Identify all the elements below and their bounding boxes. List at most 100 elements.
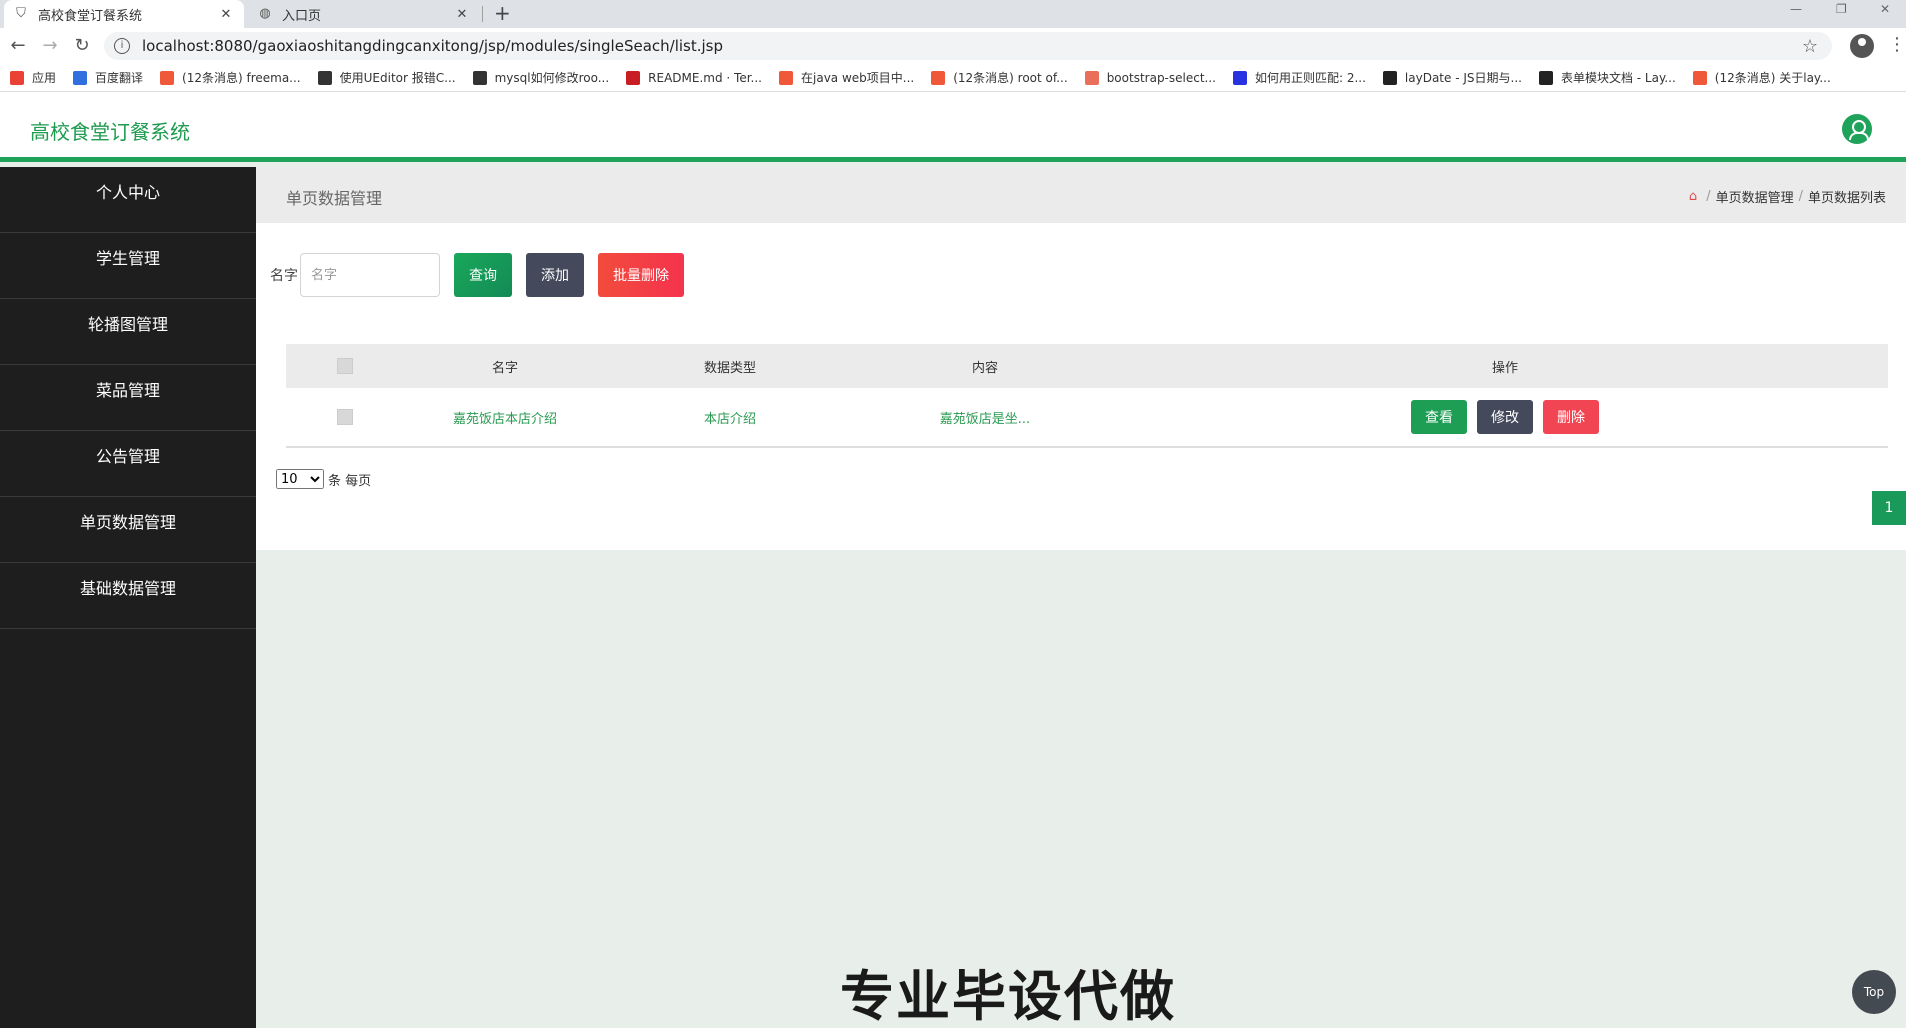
sidebar-item[interactable]: 公告管理	[0, 431, 256, 497]
back-to-top-button[interactable]: Top	[1852, 970, 1896, 1014]
bookmark-label: bootstrap-select...	[1106, 70, 1216, 85]
segmentfault-icon	[472, 70, 487, 85]
bookmark-label: 百度翻译	[95, 71, 144, 85]
sidebar-nav: 个人中心 学生管理 轮播图管理 菜品管理 公告管理 单页数据管理 基础数据管理	[0, 167, 256, 1028]
bookmark-item[interactable]: mysql如何修改roo...	[472, 69, 610, 86]
query-button[interactable]: 查询	[454, 253, 512, 297]
breadcrumb-separator: /	[1798, 189, 1803, 204]
breadcrumb-item-current: 单页数据列表	[1807, 191, 1886, 206]
address-bar[interactable]: i localhost:8080/gaoxiaoshitangdingcanxi…	[104, 32, 1832, 60]
globe-icon: ◍	[259, 6, 271, 21]
tab-close-icon[interactable]: ✕	[218, 7, 234, 22]
app-header: 高校食堂订餐系统	[0, 92, 1906, 162]
bookmark-item[interactable]: 如何用正则匹配: 2...	[1232, 69, 1366, 86]
jianshu-icon	[1084, 70, 1099, 85]
bookmark-item[interactable]: 应用	[10, 69, 56, 86]
sidebar-item[interactable]: 单页数据管理	[0, 497, 256, 563]
bookmark-label: (12条消息) root of...	[953, 71, 1068, 85]
column-header-content: 内容	[971, 360, 998, 376]
sidebar-item[interactable]: 菜品管理	[0, 365, 256, 431]
bookmark-item[interactable]: (12条消息) root of...	[931, 69, 1068, 86]
page-size-control: 10 条 每页	[276, 469, 371, 489]
bookmark-item[interactable]: layDate - JS日期与...	[1382, 69, 1522, 86]
bookmark-label: README.md · Ter...	[648, 70, 762, 85]
batch-delete-button[interactable]: 批量删除	[598, 253, 684, 297]
sidebar-item[interactable]: 个人中心	[0, 167, 256, 233]
layui-icon	[1382, 70, 1397, 85]
page-title: 单页数据管理	[286, 189, 383, 208]
bookmark-item[interactable]: (12条消息) 关于lay...	[1692, 69, 1831, 86]
browser-tab-entry[interactable]: ◍ 入口页 ✕	[248, 0, 480, 28]
column-header-type: 数据类型	[703, 360, 756, 376]
bookmark-item[interactable]: 表单模块文档 - Lay...	[1538, 69, 1676, 86]
name-search-input[interactable]	[300, 253, 440, 297]
data-table: 名字 数据类型 内容 操作 嘉苑饭店本店介绍 本店介绍 嘉苑饭店是坐... 查看…	[286, 344, 1888, 448]
delete-button[interactable]: 删除	[1543, 400, 1599, 434]
bookmark-label: (12条消息) 关于lay...	[1714, 71, 1831, 85]
browser-menu-icon[interactable]: ⋮	[1888, 34, 1906, 55]
profile-icon[interactable]	[1850, 34, 1874, 58]
close-window-icon[interactable]: ✕	[1880, 2, 1890, 16]
column-header-actions: 操作	[1491, 360, 1518, 376]
bookmark-label: 使用UEditor 报错C...	[339, 71, 456, 85]
url-text: localhost:8080/gaoxiaoshitangdingcanxito…	[142, 37, 723, 55]
tab-close-icon[interactable]: ✕	[454, 7, 470, 22]
sidebar-item[interactable]: 基础数据管理	[0, 563, 256, 629]
restore-icon[interactable]: ❐	[1836, 2, 1847, 16]
reload-icon[interactable]: ↻	[70, 34, 94, 58]
bookmark-label: 在java web项目中...	[801, 71, 915, 85]
tab-separator	[482, 6, 483, 22]
tab-label: 入口页	[282, 8, 322, 24]
breadcrumb: ⌂ / 单页数据管理 / 单页数据列表	[1689, 187, 1886, 206]
row-actions: 查看 修改 删除	[1130, 400, 1880, 434]
site-info-icon[interactable]: i	[114, 38, 130, 54]
bookmark-item[interactable]: 在java web项目中...	[779, 69, 914, 86]
new-tab-icon[interactable]: +	[494, 2, 511, 24]
baidu-translate-icon	[73, 70, 88, 85]
breadcrumb-separator: /	[1706, 189, 1711, 204]
bookmark-label: mysql如何修改roo...	[494, 71, 610, 85]
bookmark-item[interactable]: README.md · Ter...	[626, 70, 762, 85]
user-avatar-icon[interactable]	[1842, 114, 1872, 144]
sidebar-item[interactable]: 学生管理	[0, 233, 256, 299]
apps-icon	[10, 70, 24, 85]
forward-icon[interactable]: →	[38, 34, 62, 58]
bookmark-item[interactable]: (12条消息) freema...	[160, 69, 301, 86]
bookmark-label: 应用	[32, 71, 57, 85]
csdn-icon	[779, 70, 793, 85]
minimize-icon[interactable]: —	[1790, 2, 1802, 16]
bookmark-item[interactable]: 百度翻译	[73, 69, 143, 86]
search-form: 名字 查询 添加 批量删除	[270, 253, 684, 297]
app-title: 高校食堂订餐系统	[30, 120, 190, 144]
bookmark-star-icon[interactable]: ☆	[1802, 36, 1818, 57]
main-content: 单页数据管理 ⌂ / 单页数据管理 / 单页数据列表 名字 查询 添加 批量删除…	[256, 167, 1906, 550]
bookmark-label: layDate - JS日期与...	[1404, 71, 1522, 85]
watermark-text: 专业毕设代做	[840, 965, 1176, 1028]
bookmark-item[interactable]: 使用UEditor 报错C...	[317, 69, 456, 86]
home-icon[interactable]: ⌂	[1689, 189, 1697, 204]
bookmark-item[interactable]: bootstrap-select...	[1084, 70, 1216, 85]
page-button-current[interactable]: 1	[1872, 491, 1906, 525]
back-icon[interactable]: ←	[6, 34, 30, 58]
cell-content: 嘉苑饭店是坐...	[939, 411, 1031, 427]
sidebar-item[interactable]: 轮播图管理	[0, 299, 256, 365]
site-shield-icon: ⛉	[16, 6, 26, 21]
row-checkbox[interactable]	[337, 409, 353, 425]
table-header-row: 名字 数据类型 内容 操作	[286, 344, 1888, 388]
select-all-checkbox[interactable]	[337, 358, 353, 374]
baidu-icon	[1232, 70, 1247, 85]
search-label: 名字	[270, 268, 298, 284]
edit-button[interactable]: 修改	[1477, 400, 1533, 434]
bookmark-label: (12条消息) freema...	[182, 71, 301, 85]
view-button[interactable]: 查看	[1411, 400, 1467, 434]
add-button[interactable]: 添加	[526, 253, 584, 297]
browser-tab-active[interactable]: ⛉ 高校食堂订餐系统 ✕	[4, 0, 244, 28]
page-size-select[interactable]: 10	[276, 469, 324, 489]
address-toolbar: ← → ↻ i localhost:8080/gaoxiaoshitangdin…	[0, 28, 1906, 64]
table-row: 嘉苑饭店本店介绍 本店介绍 嘉苑饭店是坐... 查看 修改 删除	[286, 388, 1888, 448]
cell-type: 本店介绍	[703, 411, 756, 427]
breadcrumb-item[interactable]: 单页数据管理	[1716, 187, 1794, 206]
browser-tab-strip: ⛉ 高校食堂订餐系统 ✕ ◍ 入口页 ✕ + — ❐ ✕	[0, 0, 1906, 28]
page-size-suffix: 条 每页	[328, 473, 372, 489]
bookmark-label: 表单模块文档 - Lay...	[1560, 71, 1676, 85]
